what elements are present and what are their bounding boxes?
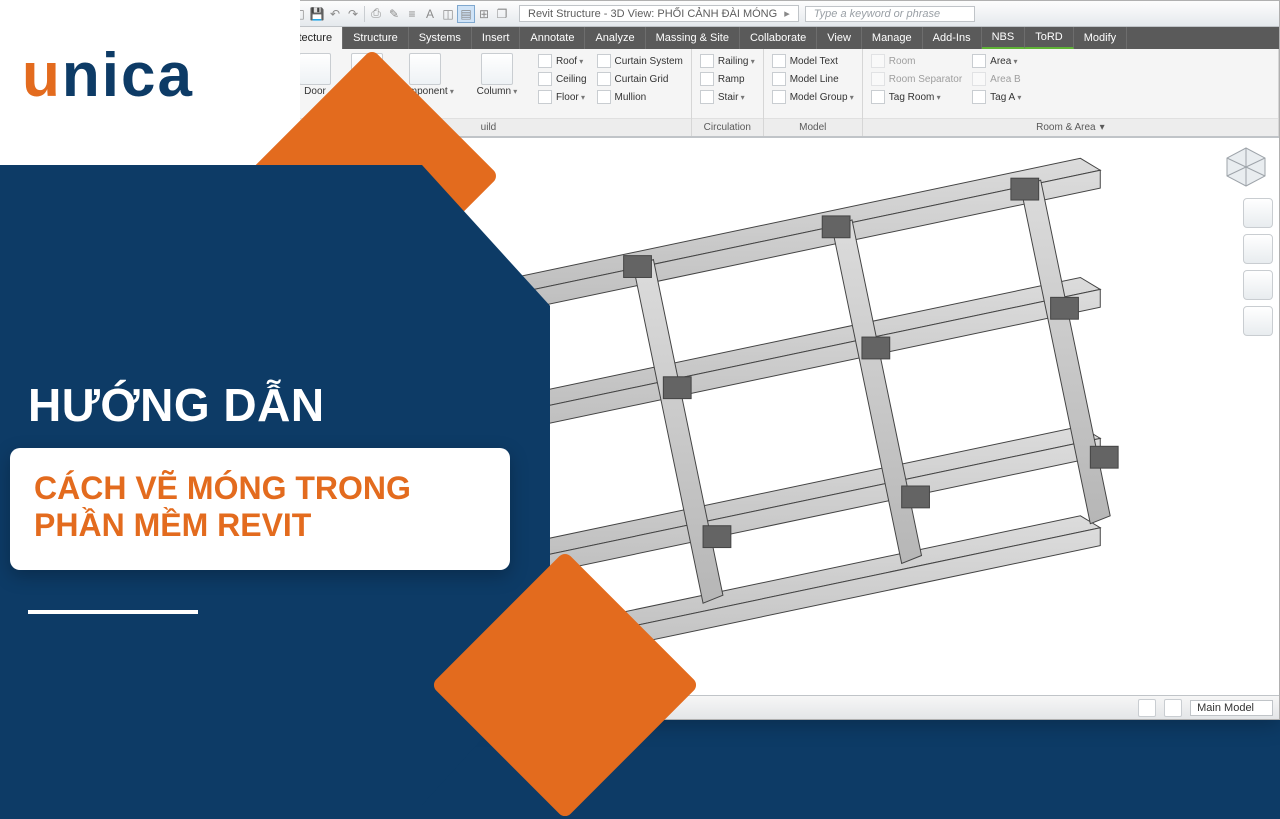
room-separator-icon [871, 72, 885, 86]
railing-icon [700, 54, 714, 68]
tab-nbs[interactable]: NBS [982, 27, 1026, 49]
model-group-icon [772, 90, 786, 104]
design-options-select[interactable]: Main Model [1190, 700, 1273, 716]
measure-icon[interactable]: ✎ [385, 5, 403, 23]
chevron-down-icon: ▾ [1100, 122, 1105, 133]
curtain-system-icon [597, 54, 611, 68]
undo-icon[interactable]: ↶ [326, 5, 344, 23]
tab-massing[interactable]: Massing & Site [646, 27, 740, 49]
tab-structure[interactable]: Structure [343, 27, 409, 49]
align-icon[interactable]: ≡ [403, 5, 421, 23]
tab-view[interactable]: View [817, 27, 862, 49]
thin-lines-icon[interactable]: ▤ [457, 5, 475, 23]
print-icon[interactable]: ⎙ [367, 5, 385, 23]
door-icon [299, 53, 331, 85]
column-button[interactable]: Column [474, 53, 520, 98]
save-icon[interactable]: 💾 [308, 5, 326, 23]
text-icon[interactable]: A [421, 5, 439, 23]
tag-area-button[interactable]: Tag A [970, 89, 1023, 105]
area-boundary-button[interactable]: Area B [970, 71, 1023, 87]
tab-addins[interactable]: Add-Ins [923, 27, 982, 49]
chevron-right-icon[interactable]: ▸ [784, 8, 790, 20]
separator [364, 6, 365, 22]
steering-wheel-icon[interactable] [1243, 198, 1273, 228]
tab-manage[interactable]: Manage [862, 27, 923, 49]
railing-button[interactable]: Railing [698, 53, 757, 69]
tab-insert[interactable]: Insert [472, 27, 521, 49]
decor-underline [28, 608, 198, 614]
ramp-icon [700, 72, 714, 86]
tag-room-icon [871, 90, 885, 104]
card-text: CÁCH VẼ MÓNG TRONG PHẦN MỀM REVIT [34, 470, 486, 544]
curtain-grid-button[interactable]: Curtain Grid [595, 71, 685, 87]
title-card: CÁCH VẼ MÓNG TRONG PHẦN MỀM REVIT [10, 448, 510, 570]
stair-button[interactable]: Stair [698, 89, 757, 105]
column-icon [481, 53, 513, 85]
ceiling-icon [538, 72, 552, 86]
floor-button[interactable]: Floor [536, 89, 589, 105]
tab-tord[interactable]: ToRD [1025, 27, 1074, 49]
panel-room-area: Room Room Separator Tag Room Area Area B… [863, 49, 1279, 136]
panel-label-model: Model [764, 118, 862, 136]
mullion-button[interactable]: Mullion [595, 89, 685, 105]
mullion-icon [597, 90, 611, 104]
model-text-icon [772, 54, 786, 68]
panel-label-room-area[interactable]: Room & Area▾ [863, 118, 1278, 136]
tab-modify[interactable]: Modify [1074, 27, 1127, 49]
tab-analyze[interactable]: Analyze [585, 27, 645, 49]
floor-icon [538, 90, 552, 104]
quick-access-toolbar: ◧ 💾 ↶ ↷ ⎙ ✎ ≡ A ◫ ▤ ⊞ ❐ Revit Structure … [286, 1, 1279, 27]
area-button[interactable]: Area [970, 53, 1023, 69]
switch-window-icon[interactable]: ❐ [493, 5, 511, 23]
search-input[interactable]: Type a keyword or phrase [805, 6, 975, 22]
unica-logo: unica [22, 40, 194, 111]
model-group-button[interactable]: Model Group [770, 89, 856, 105]
roof-icon [538, 54, 552, 68]
close-views-icon[interactable]: ⊞ [475, 5, 493, 23]
pan-icon[interactable] [1243, 234, 1273, 264]
ramp-button[interactable]: Ramp [698, 71, 757, 87]
tab-systems[interactable]: Systems [409, 27, 472, 49]
curtain-system-button[interactable]: Curtain System [595, 53, 685, 69]
tab-annotate[interactable]: Annotate [520, 27, 585, 49]
ribbon-tabs: itecture Structure Systems Insert Annota… [286, 27, 1279, 49]
area-boundary-icon [972, 72, 986, 86]
navigation-bar [1243, 198, 1275, 336]
view-cube[interactable] [1223, 144, 1269, 190]
zoom-icon[interactable] [1243, 270, 1273, 300]
panel-circulation: Railing Ramp Stair Circulation [692, 49, 764, 136]
room-icon [871, 54, 885, 68]
window-title: Revit Structure - 3D View: PHỐI CẢNH ĐÀI… [519, 5, 799, 22]
title-text: Revit Structure - 3D View: PHỐI CẢNH ĐÀI… [528, 8, 777, 20]
ceiling-button[interactable]: Ceiling [536, 71, 589, 87]
tag-room-button[interactable]: Tag Room [869, 89, 964, 105]
headline-text: HƯỚNG DẪN [28, 378, 325, 432]
room-separator-button[interactable]: Room Separator [869, 71, 964, 87]
roof-button[interactable]: Roof [536, 53, 589, 69]
room-button[interactable]: Room [869, 53, 964, 69]
editable-only-icon[interactable] [1164, 699, 1182, 717]
panel-label-circulation: Circulation [692, 118, 763, 136]
model-line-icon [772, 72, 786, 86]
tab-collaborate[interactable]: Collaborate [740, 27, 817, 49]
worksets-icon[interactable] [1138, 699, 1156, 717]
orbit-icon[interactable] [1243, 306, 1273, 336]
redo-icon[interactable]: ↷ [344, 5, 362, 23]
stair-icon [700, 90, 714, 104]
panel-model: Model Text Model Line Model Group Model [764, 49, 863, 136]
component-icon [409, 53, 441, 85]
model-text-button[interactable]: Model Text [770, 53, 856, 69]
curtain-grid-icon [597, 72, 611, 86]
area-icon [972, 54, 986, 68]
tag-area-icon [972, 90, 986, 104]
model-line-button[interactable]: Model Line [770, 71, 856, 87]
section-icon[interactable]: ◫ [439, 5, 457, 23]
